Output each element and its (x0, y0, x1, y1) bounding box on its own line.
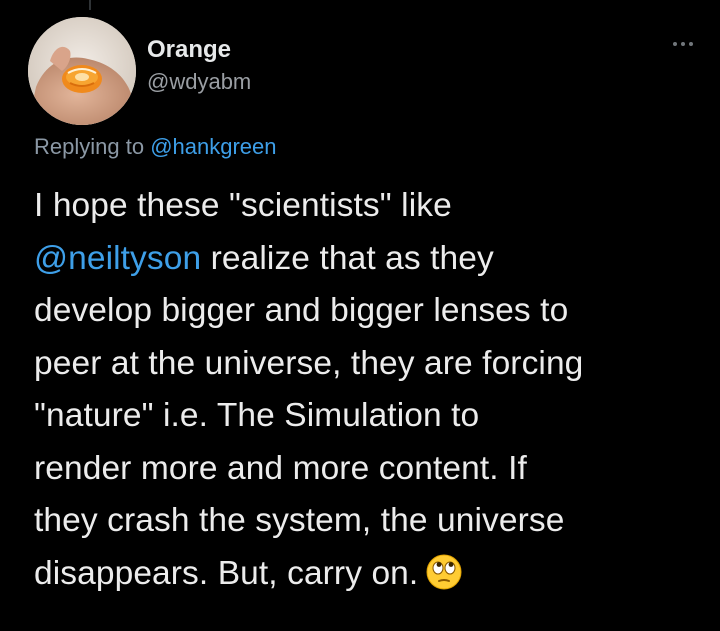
replying-to-label: Replying to (34, 134, 145, 159)
more-dot (681, 42, 685, 46)
tweet-text-line: @neiltyson realize that as they (34, 233, 714, 286)
tweet-text-fragment: disappears. But, carry on. (34, 554, 419, 592)
tweet-text-fragment: realize that as they (210, 239, 494, 277)
more-dot (689, 42, 693, 46)
more-options-icon[interactable] (666, 34, 700, 54)
face-with-rolling-eyes-emoji (426, 554, 462, 607)
tweet-text-line: they crash the system, the universe (34, 502, 565, 539)
more-dot (673, 42, 677, 46)
tweet-mention-link[interactable]: @neiltyson (34, 240, 201, 277)
thread-connector-line (89, 0, 91, 10)
tweet-text-line: I hope these "scientists" like (34, 187, 452, 224)
tweet-text: I hope these "scientists" like @neiltyso… (34, 180, 714, 606)
tweet-text-line: develop bigger and bigger lenses to (34, 292, 569, 329)
author-block: Orange @wdyabm (147, 36, 251, 96)
tweet-text-line: peer at the universe, they are forcing (34, 344, 584, 382)
tweet-text-line: disappears. But, carry on. (34, 548, 714, 607)
author-display-name[interactable]: Orange (147, 36, 251, 64)
reply-mention-link[interactable]: @hankgreen (150, 134, 276, 159)
replying-to-line: Replying to @hankgreen (34, 132, 277, 162)
avatar[interactable] (28, 17, 136, 125)
avatar-orange-photo (28, 17, 136, 125)
tweet-text-line: render more and more content. If (34, 449, 527, 487)
author-handle[interactable]: @wdyabm (147, 68, 251, 96)
tweet-text-line: "nature" i.e. The Simulation to (34, 397, 480, 434)
tweet-card: Orange @wdyabm Replying to @hankgreen I … (0, 0, 720, 631)
